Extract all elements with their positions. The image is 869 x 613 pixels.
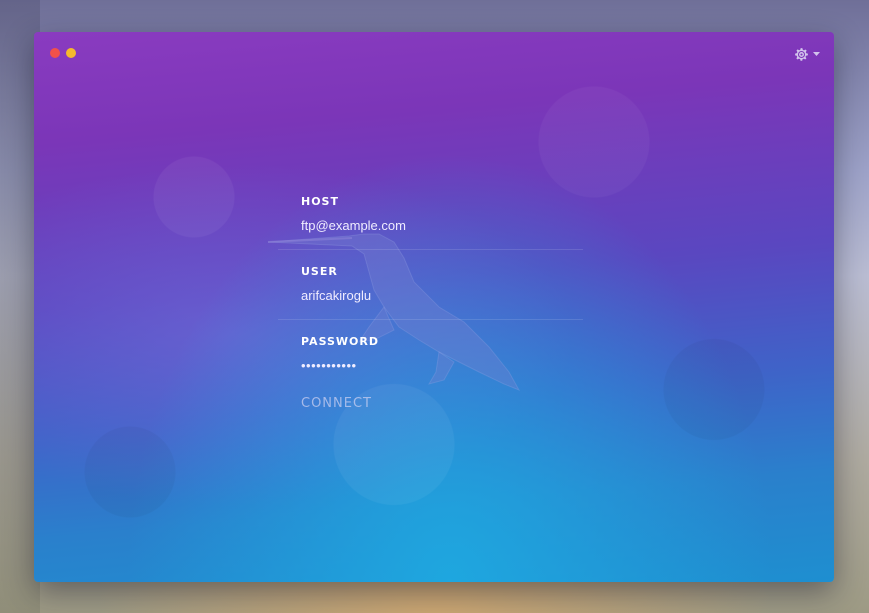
user-divider	[278, 319, 583, 320]
settings-menu-button[interactable]	[793, 46, 820, 63]
host-field[interactable]: HOST ftp@example.com	[278, 192, 583, 262]
password-input[interactable]: •••••••••••	[301, 357, 583, 375]
host-label: HOST	[301, 195, 339, 208]
app-window: HOST ftp@example.com USER arifcakiroglu …	[34, 32, 834, 582]
host-input[interactable]: ftp@example.com	[301, 217, 583, 235]
user-label: USER	[301, 265, 338, 278]
gear-icon	[795, 48, 808, 61]
user-field[interactable]: USER arifcakiroglu	[278, 262, 583, 332]
connection-form: HOST ftp@example.com USER arifcakiroglu …	[278, 192, 583, 411]
user-input[interactable]: arifcakiroglu	[301, 287, 583, 305]
window-controls	[50, 48, 76, 58]
password-label: PASSWORD	[301, 335, 380, 348]
connect-button[interactable]: CONNECT	[301, 396, 583, 411]
host-divider	[278, 249, 583, 250]
password-field[interactable]: PASSWORD •••••••••••	[278, 332, 583, 394]
minimize-window-button[interactable]	[66, 48, 76, 58]
caret-down-icon	[813, 52, 820, 56]
close-window-button[interactable]	[50, 48, 60, 58]
